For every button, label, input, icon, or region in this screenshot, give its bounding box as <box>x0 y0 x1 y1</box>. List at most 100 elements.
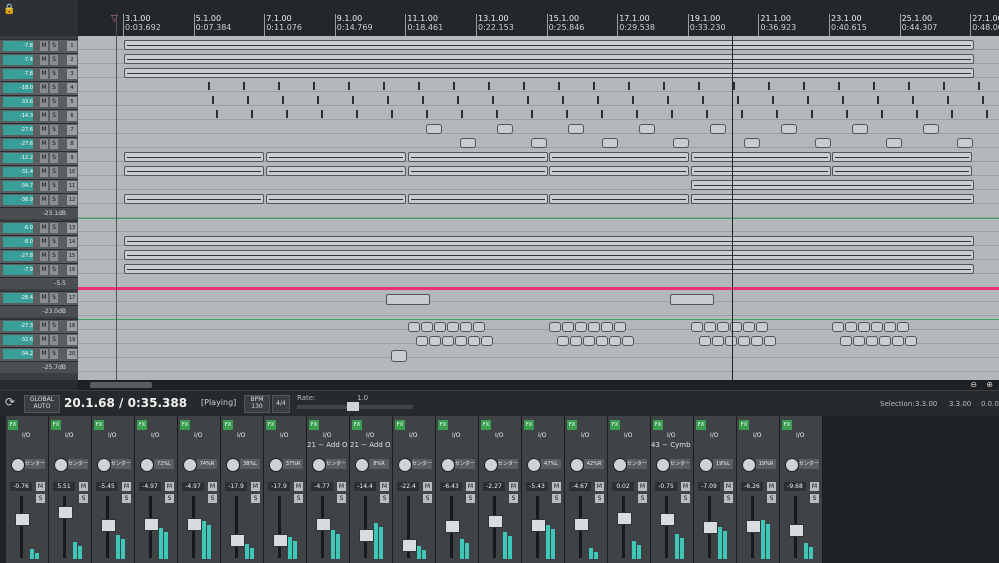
fx-button[interactable]: FX <box>8 420 18 430</box>
io-button[interactable]: I/O <box>280 432 289 439</box>
ruler-marker[interactable]: 27.1.000:48.00 <box>972 14 999 32</box>
ruler-marker[interactable]: 21.1.00 0:36.923 <box>760 14 796 32</box>
media-item[interactable] <box>455 336 467 346</box>
solo-button[interactable]: S <box>810 494 819 503</box>
track-volume[interactable]: -27.6 <box>3 139 33 149</box>
ruler-marker[interactable]: 17.1.00 0:29.538 <box>619 14 655 32</box>
fx-button[interactable]: FX <box>266 420 276 430</box>
fx-button[interactable]: FX <box>739 420 749 430</box>
mute-button[interactable]: M <box>466 482 475 491</box>
track-volume[interactable]: -8.0 <box>3 237 33 247</box>
media-item[interactable] <box>434 322 446 332</box>
fx-button[interactable]: FX <box>438 420 448 430</box>
solo-button[interactable]: S <box>251 494 260 503</box>
mixer-strip[interactable]: FX I/O センター -0.76 M S <box>6 416 49 563</box>
pan-knob[interactable] <box>570 458 584 472</box>
volume-fader[interactable] <box>531 518 546 532</box>
media-item[interactable] <box>583 336 595 346</box>
mixer-strip[interactable]: FX I/O センター -6.43 M S <box>436 416 479 563</box>
mixer-strip[interactable]: FX I/O 21 − Add O 8%R -14.4 M S <box>350 416 393 563</box>
pan-knob[interactable] <box>742 458 756 472</box>
track-header[interactable]: -18.0 M S 4 <box>0 81 78 95</box>
solo-button[interactable]: S <box>337 494 346 503</box>
repeat-icon[interactable]: ⟳ <box>5 395 15 409</box>
track-volume[interactable]: -7.9 <box>3 265 33 275</box>
track-volume[interactable]: -27.8 <box>3 251 33 261</box>
media-item[interactable] <box>549 166 689 176</box>
io-button[interactable]: I/O <box>624 432 633 439</box>
track-header[interactable]: -12.2 M S 9 <box>0 151 78 165</box>
mute-button[interactable]: M <box>40 265 48 275</box>
zoom-in-icon[interactable]: ⊕ <box>986 380 993 389</box>
io-button[interactable]: I/O <box>237 432 246 439</box>
track-volume[interactable]: -33.6 <box>3 97 33 107</box>
ruler-marker[interactable]: 23.1.00 0:40.615 <box>831 14 867 32</box>
pitch-envelope[interactable] <box>78 287 999 290</box>
media-item[interactable] <box>957 138 973 148</box>
media-item[interactable] <box>738 336 750 346</box>
media-item[interactable] <box>756 322 768 332</box>
media-item[interactable] <box>691 166 831 176</box>
solo-button[interactable]: S <box>50 223 58 233</box>
solo-button[interactable]: S <box>50 321 58 331</box>
media-item[interactable] <box>442 336 454 346</box>
mixer-strip[interactable]: FX I/O センター 5.51 M S <box>49 416 92 563</box>
track-volume[interactable]: -7.8 <box>3 69 33 79</box>
mixer-strip[interactable]: FX I/O 38%L -17.9 M S <box>221 416 264 563</box>
mixer-strip[interactable]: FX I/O 37%R -17.9 M S <box>264 416 307 563</box>
mute-button[interactable]: M <box>40 97 48 107</box>
mute-button[interactable]: M <box>79 482 88 491</box>
solo-button[interactable]: S <box>380 494 389 503</box>
zoom-out-icon[interactable]: ⊖ <box>970 380 977 389</box>
solo-button[interactable]: S <box>724 494 733 503</box>
media-item[interactable] <box>568 124 584 134</box>
timeline-ruler[interactable]: 3.1.00 0:03.692 5.1.00 0:07.384 7.1.00 0:11.0… <box>78 0 999 37</box>
track-header[interactable]: -27.8 M S 15 <box>0 249 78 263</box>
mute-button[interactable]: M <box>40 349 48 359</box>
io-button[interactable]: I/O <box>65 432 74 439</box>
media-item[interactable] <box>531 138 547 148</box>
media-item[interactable] <box>622 336 634 346</box>
mute-button[interactable]: M <box>165 482 174 491</box>
bpm-box[interactable]: BPM 130 <box>244 395 270 413</box>
volume-fader[interactable] <box>316 517 331 531</box>
ruler-marker[interactable]: 25.1.00 0:44.307 <box>902 14 938 32</box>
track-volume[interactable]: -7.8 <box>3 41 33 51</box>
pan-knob[interactable] <box>183 458 197 472</box>
ruler-marker[interactable]: 7.1.00 0:11.076 <box>266 14 302 32</box>
mute-button[interactable]: M <box>595 482 604 491</box>
selection-length[interactable]: 0.0.00 <box>981 400 999 408</box>
media-item[interactable] <box>460 322 472 332</box>
track-volume[interactable]: -32.6 <box>3 335 33 345</box>
media-item[interactable] <box>609 336 621 346</box>
media-item[interactable] <box>743 322 755 332</box>
envelope-lane-header[interactable]: -23.0dB <box>0 305 78 317</box>
media-item[interactable] <box>124 40 974 50</box>
media-item[interactable] <box>832 166 972 176</box>
media-item[interactable] <box>602 138 618 148</box>
media-item[interactable] <box>408 194 548 204</box>
media-item[interactable] <box>879 336 891 346</box>
media-item[interactable] <box>764 336 776 346</box>
media-item[interactable] <box>596 336 608 346</box>
media-item[interactable] <box>884 322 896 332</box>
volume-fader[interactable] <box>144 518 159 532</box>
volume-fader[interactable] <box>574 517 589 531</box>
media-item[interactable] <box>124 194 264 204</box>
solo-button[interactable]: S <box>595 494 604 503</box>
mixer-strip[interactable]: FX I/O センター -2.27 M S <box>479 416 522 563</box>
media-item[interactable] <box>639 124 655 134</box>
io-button[interactable]: I/O <box>323 432 332 439</box>
media-item[interactable] <box>601 322 613 332</box>
volume-envelope[interactable] <box>78 319 999 320</box>
ruler-marker[interactable]: 15.1.00 0:25.846 <box>549 14 585 32</box>
track-header[interactable]: -27.6 M S 7 <box>0 123 78 137</box>
mute-button[interactable]: M <box>40 321 48 331</box>
track-header[interactable]: -27.6 M S 8 <box>0 137 78 151</box>
volume-fader[interactable] <box>703 520 718 534</box>
io-button[interactable]: I/O <box>538 432 547 439</box>
media-item[interactable] <box>710 124 726 134</box>
mixer-strip[interactable]: FX I/O 43 − Cymb センター -0.75 M S <box>651 416 694 563</box>
volume-fader[interactable] <box>789 523 804 537</box>
track-volume[interactable]: -18.0 <box>3 83 33 93</box>
